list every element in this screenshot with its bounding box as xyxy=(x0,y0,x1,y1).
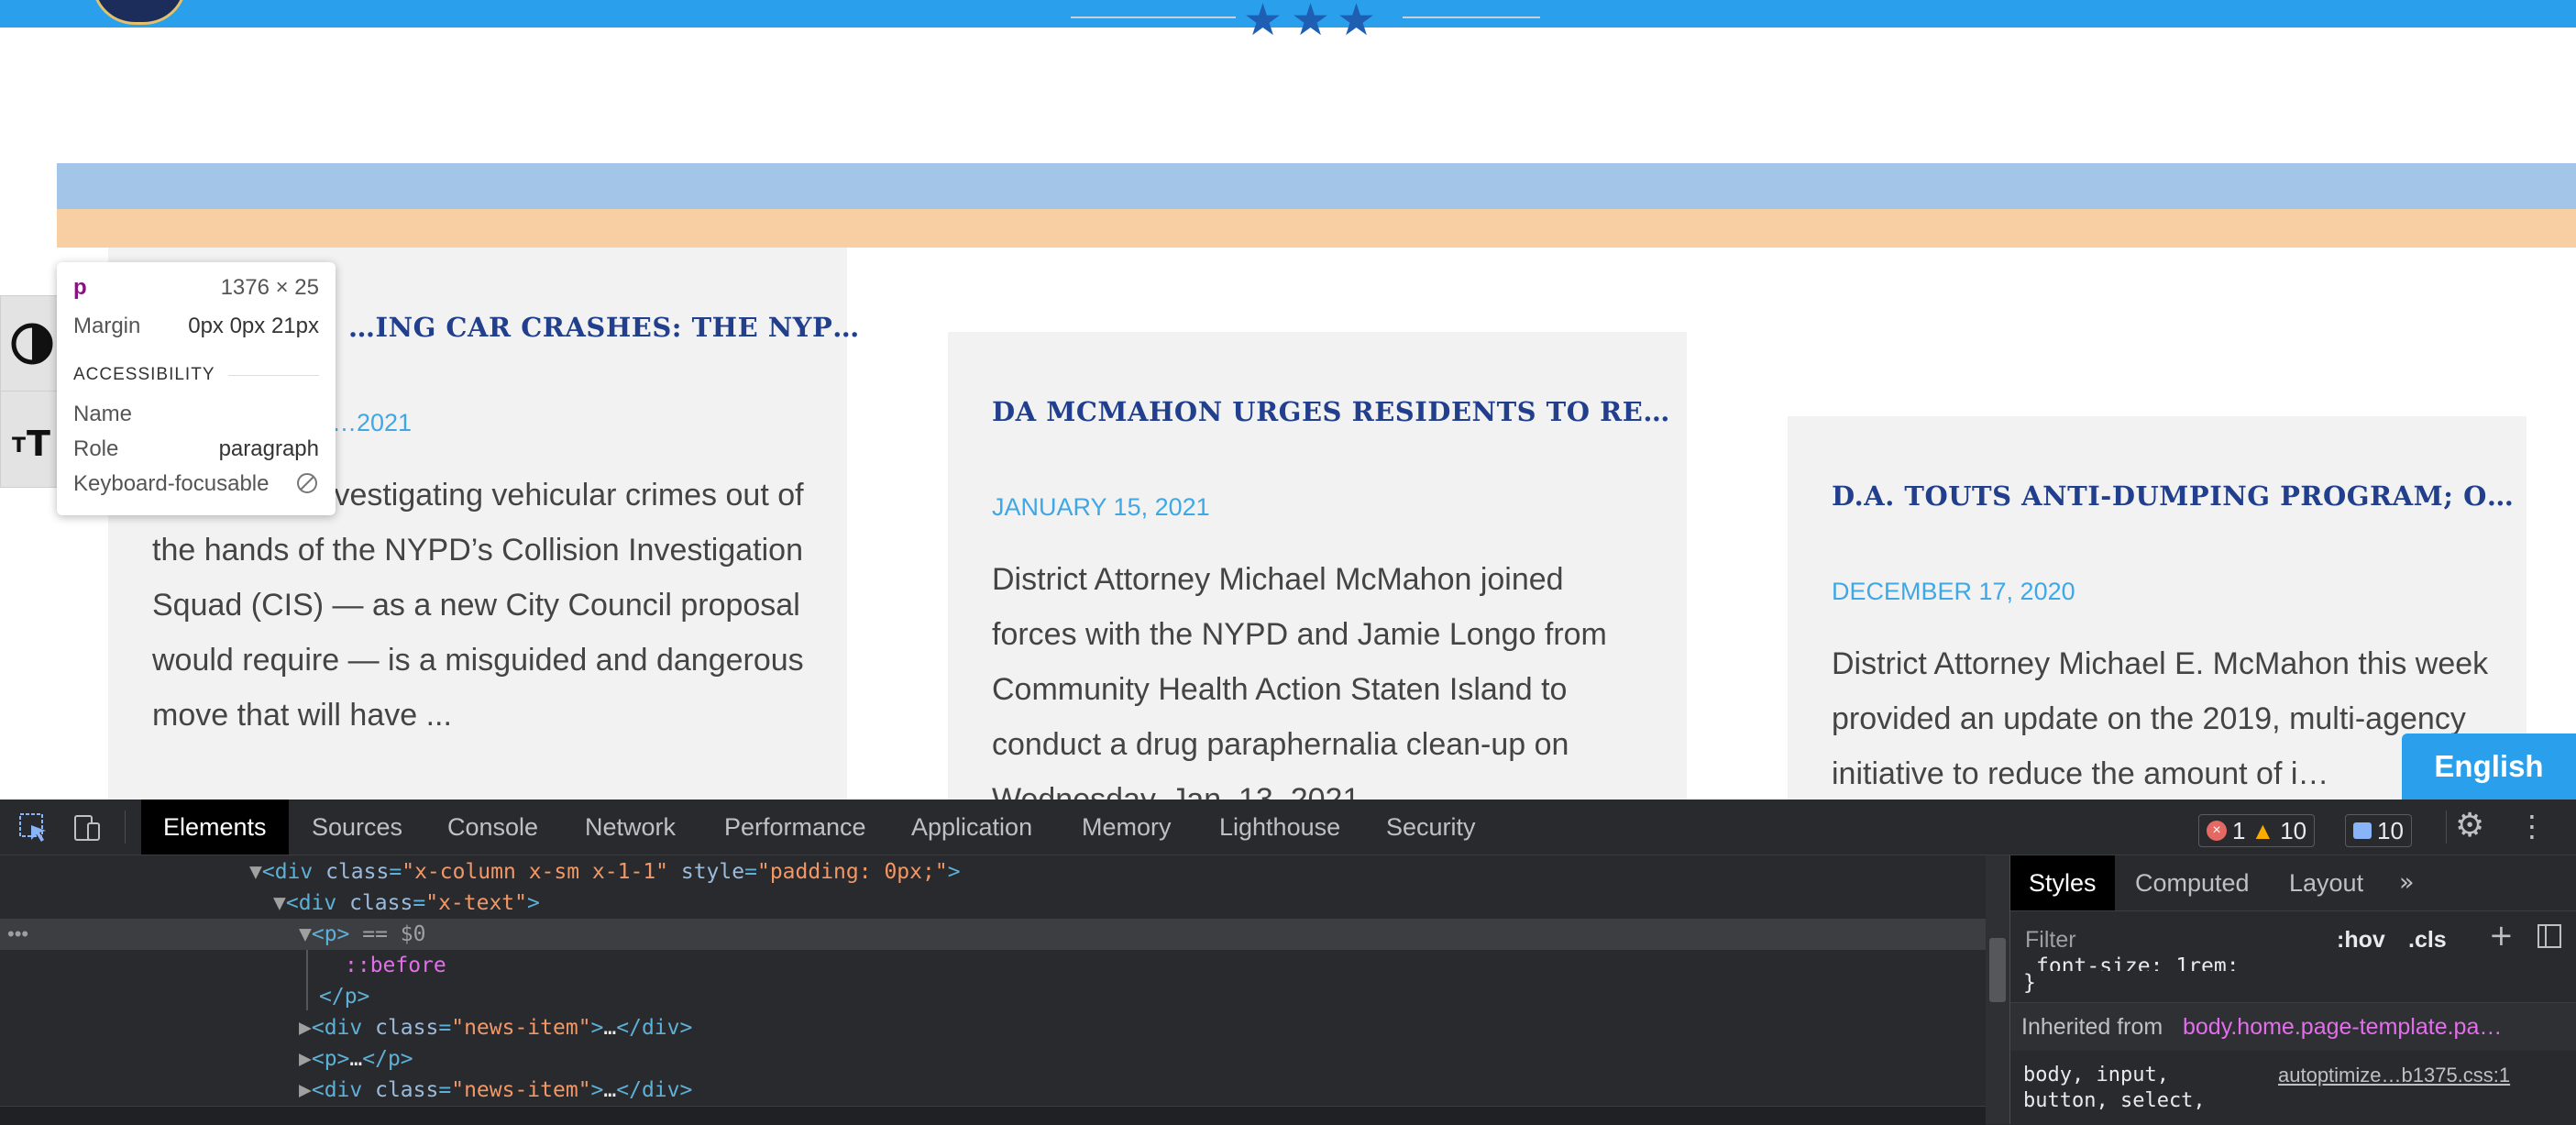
tab-styles[interactable]: Styles xyxy=(2010,855,2115,910)
messages-badge[interactable]: 10 xyxy=(2345,814,2412,847)
news-title[interactable]: …ING CAR CRASHES: THE NYP… xyxy=(348,312,860,343)
tooltip-size: 1376 × 25 xyxy=(220,275,319,300)
breadcrumb-bar[interactable] xyxy=(0,1106,1986,1125)
color-stripe-orange xyxy=(57,209,2576,248)
warning-count: 10 xyxy=(2280,816,2307,844)
tooltip-focus-label: Keyboard-focusable xyxy=(73,471,270,496)
inherited-header: Inherited from body.home.page-template.p… xyxy=(2010,1002,2576,1051)
tooltip-name-label: Name xyxy=(73,402,133,426)
scrollbar[interactable] xyxy=(1986,855,2009,1124)
css-source-link[interactable]: autoptimize…b1375.css:1 xyxy=(2278,1063,2510,1088)
language-button[interactable]: English xyxy=(2402,733,2576,800)
selected-dom-row[interactable] xyxy=(0,919,1986,950)
divider-right xyxy=(1403,17,1540,18)
text-size-toggle[interactable]: TT xyxy=(0,391,59,488)
news-date: …2021 xyxy=(332,409,413,436)
contrast-icon xyxy=(11,323,53,365)
text-size-icon: TT xyxy=(12,424,50,464)
dom-line[interactable]: ▼<div class="x-text"> xyxy=(273,888,540,919)
tooltip-divider xyxy=(227,374,319,376)
tooltip-margin-label: Margin xyxy=(73,314,141,338)
top-bar xyxy=(0,0,2576,28)
news-date: DECEMBER 17, 2020 xyxy=(1832,578,2075,605)
toolbar-divider xyxy=(2446,811,2447,844)
hov-toggle[interactable]: :hov xyxy=(2337,921,2385,958)
tab-sources[interactable]: Sources xyxy=(312,800,402,855)
css-rule-selector[interactable]: body, input, xyxy=(2023,1063,2169,1088)
tooltip-section: ACCESSIBILITY xyxy=(73,365,215,384)
dom-line[interactable]: ▶<div class="news-item">…</div> xyxy=(299,1075,692,1106)
styles-pane: Styles Computed Layout » Filter :hov .cl… xyxy=(2009,855,2576,1124)
inspect-tooltip: p 1376 × 25 Margin 0px 0px 21px ACCESSIB… xyxy=(57,262,336,515)
issues-badge[interactable]: × 1 ▲ 10 xyxy=(2198,814,2316,847)
more-vert-icon[interactable]: ⋮ xyxy=(2517,809,2547,844)
css-close-brace: } xyxy=(2023,971,2036,995)
contrast-toggle[interactable] xyxy=(0,295,59,392)
star-icon: ★ xyxy=(1337,0,1377,46)
tab-lighthouse[interactable]: Lighthouse xyxy=(1219,800,1340,855)
more-tabs-icon[interactable]: » xyxy=(2399,855,2415,910)
news-excerpt: District Attorney Michael McMahon joined… xyxy=(992,562,1607,800)
not-allowed-icon xyxy=(297,473,317,493)
news-title[interactable]: DA MCMAHON URGES RESIDENTS TO RE… xyxy=(992,396,1670,427)
inherited-selector[interactable]: body.home.page-template.pa… xyxy=(2183,1014,2502,1041)
svg-text:T: T xyxy=(27,424,50,464)
tab-performance[interactable]: Performance xyxy=(724,800,866,855)
inherited-label: Inherited from xyxy=(2021,1014,2163,1040)
message-count: 10 xyxy=(2377,816,2404,844)
tab-memory[interactable]: Memory xyxy=(1082,800,1172,855)
star-icon: ★ xyxy=(1243,0,1283,46)
news-title[interactable]: D.A. TOUTS ANTI-DUMPING PROGRAM; O… xyxy=(1832,480,2514,512)
news-excerpt: District Attorney Michael E. McMahon thi… xyxy=(1832,646,2489,791)
message-icon xyxy=(2353,822,2372,839)
tooltip-role-value: paragraph xyxy=(218,436,319,461)
device-toolbar-icon[interactable] xyxy=(72,812,103,844)
tooltip-margin-value: 0px 0px 21px xyxy=(188,314,319,338)
warning-icon: ▲ xyxy=(2251,816,2275,844)
css-declaration[interactable]: font-size: 1rem; xyxy=(2036,951,2240,971)
dom-line[interactable]: ▶<p>…</p> xyxy=(299,1043,413,1075)
tab-computed[interactable]: Computed xyxy=(2135,855,2250,910)
tooltip-arrow xyxy=(83,250,105,263)
tooltip-role-label: Role xyxy=(73,436,119,461)
gear-icon[interactable]: ⚙ xyxy=(2455,807,2484,844)
dom-line[interactable]: </p> xyxy=(319,981,369,1012)
inspect-element-icon[interactable] xyxy=(18,812,50,844)
tab-elements[interactable]: Elements xyxy=(141,800,289,855)
toggle-sidebar-icon[interactable] xyxy=(2537,923,2562,949)
tab-network[interactable]: Network xyxy=(585,800,676,855)
color-stripe-blue xyxy=(57,163,2576,209)
news-date: JANUARY 15, 2021 xyxy=(992,493,1210,521)
dom-line[interactable]: ::before xyxy=(345,950,446,981)
tab-console[interactable]: Console xyxy=(447,800,538,855)
divider-left xyxy=(1071,17,1236,18)
star-icon: ★ xyxy=(1291,0,1331,46)
tab-application[interactable]: Application xyxy=(911,800,1032,855)
toolbar-divider xyxy=(125,811,126,844)
add-rule-icon[interactable]: + xyxy=(2489,918,2514,953)
svg-text:T: T xyxy=(12,435,26,458)
dom-line[interactable]: ▶<div class="news-item">…</div> xyxy=(299,1012,692,1043)
tooltip-tag: p xyxy=(73,275,87,300)
error-icon: × xyxy=(2207,821,2227,841)
dom-line[interactable]: ▼<p> == $0 xyxy=(299,919,426,950)
ellipsis-icon[interactable]: ••• xyxy=(7,919,28,950)
news-card[interactable]: DA MCMAHON URGES RESIDENTS TO RE… JANUAR… xyxy=(948,332,1687,800)
tree-guide xyxy=(306,950,308,1010)
dom-line[interactable]: ▼<div class="x-column x-sm x-1-1" style=… xyxy=(249,856,961,888)
tab-layout[interactable]: Layout xyxy=(2289,855,2363,910)
cls-toggle[interactable]: .cls xyxy=(2408,921,2447,958)
tab-security[interactable]: Security xyxy=(1386,800,1476,855)
error-count: 1 xyxy=(2232,816,2246,844)
css-rule-selector[interactable]: button, select, xyxy=(2023,1088,2206,1114)
